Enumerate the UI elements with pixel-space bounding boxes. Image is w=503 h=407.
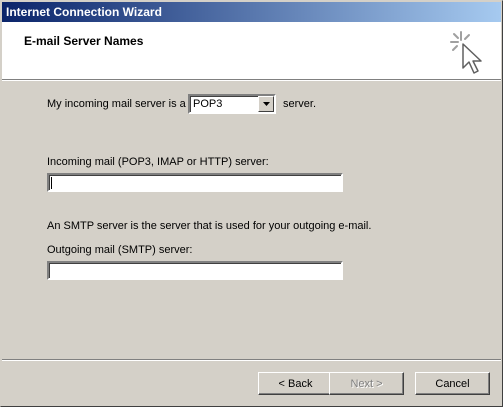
smtp-description: An SMTP server is the server that is use… [47, 220, 372, 232]
wizard-window: Internet Connection Wizard E-mail Server… [0, 0, 503, 407]
next-button[interactable]: Next > [329, 372, 404, 395]
incoming-server-type-select[interactable]: POP3 [188, 94, 276, 114]
cancel-button[interactable]: Cancel [415, 372, 490, 395]
outgoing-server-label: Outgoing mail (SMTP) server: [47, 244, 193, 256]
incoming-type-label: My incoming mail server is a [47, 98, 186, 110]
wizard-cursor-icon [450, 31, 482, 74]
footer-separator-highlight [2, 360, 501, 361]
wizard-header: E-mail Server Names [2, 22, 501, 80]
window-title-bar[interactable]: Internet Connection Wizard [2, 2, 501, 22]
header-separator [2, 80, 501, 81]
text-caret [51, 177, 52, 189]
outgoing-server-input[interactable] [47, 261, 343, 280]
incoming-server-input[interactable] [47, 173, 343, 192]
window-title: Internet Connection Wizard [6, 5, 162, 19]
chevron-down-icon [262, 102, 270, 106]
incoming-type-suffix-label: server. [283, 98, 317, 110]
incoming-server-type-value: POP3 [193, 98, 223, 110]
incoming-server-label: Incoming mail (POP3, IMAP or HTTP) serve… [47, 156, 269, 168]
dropdown-arrow-button[interactable] [258, 96, 274, 112]
back-button[interactable]: < Back [258, 372, 333, 395]
page-title: E-mail Server Names [24, 34, 144, 48]
